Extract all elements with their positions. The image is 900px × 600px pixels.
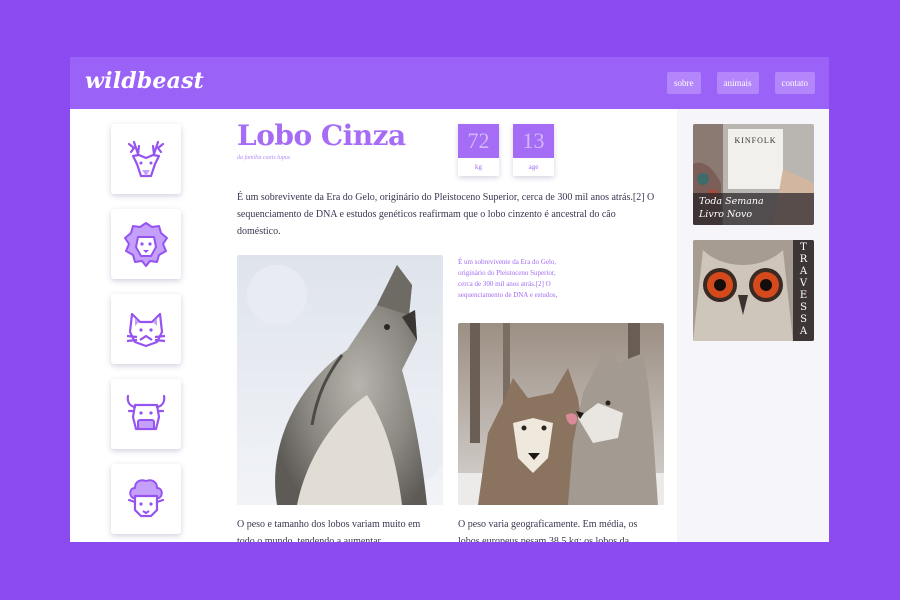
sidebar-item-lion[interactable]	[111, 209, 181, 279]
nav-sobre[interactable]: sobre	[667, 72, 701, 94]
sidebar-item-bull[interactable]	[111, 379, 181, 449]
cat-icon	[126, 312, 166, 348]
stat-age: 13 age	[513, 124, 554, 176]
letter: R	[799, 254, 808, 265]
animal-sidebar	[70, 109, 222, 542]
ad-owl-banner[interactable]: T R A V E S S A	[693, 240, 814, 341]
letter: E	[799, 290, 808, 301]
pull-quote: É um sobrevivente da Era do Gelo, origin…	[458, 257, 582, 301]
top-bar: wildbeast sobre animais contato	[70, 57, 829, 109]
two-wolves-photo	[458, 323, 664, 505]
intro-line: sequenciamento de DNA e estudos genético…	[237, 209, 616, 220]
letter: A	[799, 326, 808, 337]
quote-line: É um sobrevivente da Era do Gelo,	[458, 258, 557, 266]
ad-vertical-text: T R A V E S S A	[793, 242, 814, 338]
ad-caption-line: Livro Novo	[699, 209, 753, 220]
nav-animais[interactable]: animais	[716, 72, 759, 94]
intro-line: doméstico.	[237, 226, 281, 237]
magazine-label: KINFOLK	[734, 136, 777, 145]
stat-age-unit: age	[528, 163, 539, 171]
letter: S	[800, 314, 807, 325]
stat-weight: 72 kg	[458, 124, 499, 176]
paragraph-line: todo o mundo, tendendo a aumentar	[237, 536, 381, 542]
site-logo[interactable]: wildbeast	[85, 68, 204, 94]
howling-wolf-photo	[237, 255, 443, 505]
intro-paragraph: É um sobrevivente da Era do Gelo, origin…	[237, 189, 667, 240]
sheep-icon	[127, 479, 165, 518]
deer-icon	[127, 140, 165, 178]
quote-line: cerca de 300 mil anos atrás.[2] O	[458, 280, 551, 288]
stat-weight-value: 72	[458, 124, 499, 158]
main-nav: sobre animais contato	[667, 72, 815, 94]
paragraph-line: O peso varia geograficamente. Em média, …	[458, 519, 638, 530]
bottom-right-paragraph: O peso varia geograficamente. Em média, …	[458, 516, 673, 542]
paragraph-line: O peso e tamanho dos lobos variam muito …	[237, 519, 421, 530]
letter: A	[799, 266, 808, 277]
stat-weight-unit: kg	[475, 163, 482, 171]
letter: V	[799, 278, 808, 289]
browser-window: wildbeast sobre animais contato Lobo Cin…	[70, 57, 829, 542]
letter: T	[800, 242, 807, 253]
page-title: Lobo Cinza	[237, 119, 406, 152]
nav-contato[interactable]: contato	[774, 72, 815, 94]
quote-line: sequenciamento de DNA e estudos,	[458, 291, 558, 299]
lion-icon	[124, 222, 168, 267]
letter: S	[800, 302, 807, 313]
species-subtitle: da família canis lupus	[237, 155, 291, 161]
bull-icon	[126, 394, 166, 431]
ad-caption-line: Toda Semana	[699, 196, 764, 207]
quote-line: originário do Pleistoceno Superior,	[458, 269, 556, 277]
paragraph-line: lobos europeus pesam 38,5 kg; os lobos d…	[458, 536, 630, 542]
ads-sidebar: KINFOLK Toda Semana Livro Novo T R A V E	[677, 109, 829, 542]
sidebar-item-deer[interactable]	[111, 124, 181, 194]
sidebar-item-cat[interactable]	[111, 294, 181, 364]
ad-book-banner[interactable]: KINFOLK Toda Semana Livro Novo	[693, 124, 814, 225]
article: Lobo Cinza da família canis lupus 72 kg …	[222, 109, 677, 542]
stat-age-value: 13	[513, 124, 554, 158]
sidebar-item-sheep[interactable]	[111, 464, 181, 534]
bottom-left-paragraph: O peso e tamanho dos lobos variam muito …	[237, 516, 452, 542]
intro-line: É um sobrevivente da Era do Gelo, origin…	[237, 192, 655, 203]
